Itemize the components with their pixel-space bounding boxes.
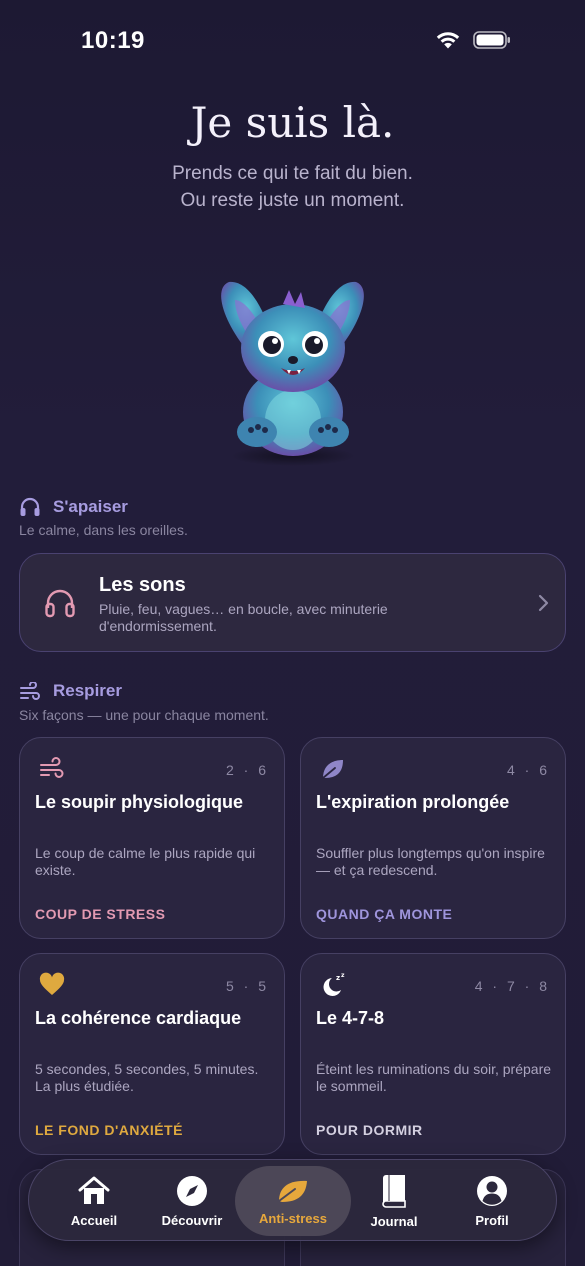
heart-icon	[39, 972, 65, 995]
exercise-description: Le coup de calme le plus rapide qui exis…	[35, 845, 256, 878]
subtitle-line-1: Prends ce qui te fait du bien.	[172, 163, 413, 184]
exercise-title: Le soupir physiologique	[35, 792, 244, 812]
exercise-tag: LE FOND D'ANXIÉTÉ	[35, 1122, 183, 1138]
exercise-tag: POUR DORMIR	[316, 1122, 423, 1138]
exercise-tag: QUAND ÇA MONTE	[316, 906, 453, 922]
section-soothe-header: S'apaiser	[19, 497, 128, 517]
home-icon	[78, 1176, 110, 1204]
compass-icon	[177, 1175, 207, 1206]
leaf-icon	[278, 1180, 307, 1202]
battery-icon	[473, 31, 510, 49]
tab-label: Accueil	[70, 1212, 118, 1228]
status-icons	[435, 30, 511, 50]
exercise-card-4-7-8[interactable]: z z 4 · 7 · 8 Le 4-7-8 Éteint les rumina…	[300, 953, 566, 1155]
tab-label: Profil	[475, 1212, 509, 1228]
leaf-icon	[322, 760, 343, 779]
exercise-title: La cohérence cardiaque	[35, 1008, 242, 1028]
exercise-rhythm: 4 · 7 · 8	[474, 978, 550, 994]
tab-bar: Accueil Découvrir Anti-stress Journal Pr…	[28, 1159, 557, 1241]
wind-icon	[40, 757, 64, 778]
section-breathe-title: Respirer	[53, 681, 122, 700]
tab-discover[interactable]: Découvrir	[149, 1160, 235, 1242]
section-breathe-header: Respirer	[19, 681, 122, 701]
book-icon	[382, 1174, 406, 1208]
mascot-illustration	[221, 281, 364, 466]
page-title: Je suis là.	[190, 98, 395, 147]
exercise-description: Éteint les ruminations du soir, prépare …	[316, 1061, 552, 1094]
svg-text:z: z	[341, 972, 345, 979]
exercise-title: Le 4-7-8	[316, 1008, 385, 1028]
exercise-card-cardiac-coherence[interactable]: 5 · 5 La cohérence cardiaque 5 secondes,…	[19, 953, 285, 1155]
status-time: 10:19	[81, 27, 145, 54]
section-soothe-subtitle: Le calme, dans les oreilles.	[19, 522, 188, 538]
headphones-icon	[45, 589, 75, 618]
exercise-description: 5 secondes, 5 secondes, 5 minutes. La pl…	[35, 1061, 259, 1094]
tab-home[interactable]: Accueil	[51, 1160, 137, 1242]
moon-sleep-icon: z z	[323, 972, 345, 996]
tab-label: Anti-stress	[259, 1210, 327, 1226]
exercise-rhythm: 4 · 6	[506, 762, 550, 778]
exercise-rhythm: 5 · 5	[225, 978, 269, 994]
exercise-card-physiological-sigh[interactable]: 2 · 6 Le soupir physiologique Le coup de…	[19, 737, 285, 939]
section-breathe-subtitle: Six façons — une pour chaque moment.	[19, 707, 269, 723]
exercise-title: L'expiration prolongée	[316, 792, 510, 812]
subtitle-line-2: Ou reste juste un moment.	[180, 190, 405, 211]
sounds-card-description: Pluie, feu, vagues… en boucle, avec minu…	[99, 601, 388, 634]
svg-text:z: z	[336, 974, 340, 982]
exercise-card-prolonged-exhale[interactable]: 4 · 6 L'expiration prolongée Souffler pl…	[300, 737, 566, 939]
tab-label: Découvrir	[161, 1212, 223, 1228]
sounds-card[interactable]: Les sons Pluie, feu, vagues… en boucle, …	[19, 553, 566, 652]
headphones-icon	[20, 497, 40, 516]
tab-anti-stress[interactable]: Anti-stress	[235, 1166, 351, 1236]
profile-icon	[477, 1175, 507, 1206]
tab-profile[interactable]: Profil	[449, 1160, 535, 1242]
sounds-card-title: Les sons	[99, 574, 186, 596]
tab-label: Journal	[370, 1213, 418, 1229]
exercise-rhythm: 2 · 6	[225, 762, 269, 778]
wind-icon	[20, 682, 40, 700]
chevron-right-icon	[538, 594, 549, 612]
section-soothe-title: S'apaiser	[53, 497, 128, 516]
exercise-description: Souffler plus longtemps qu'on inspire — …	[316, 845, 545, 878]
exercise-tag: COUP DE STRESS	[35, 906, 166, 922]
page-subtitle: Prends ce qui te fait du bien. Ou reste …	[0, 160, 585, 214]
wifi-icon	[436, 32, 460, 49]
status-bar: 10:19	[0, 0, 585, 80]
tab-journal[interactable]: Journal	[351, 1160, 437, 1242]
